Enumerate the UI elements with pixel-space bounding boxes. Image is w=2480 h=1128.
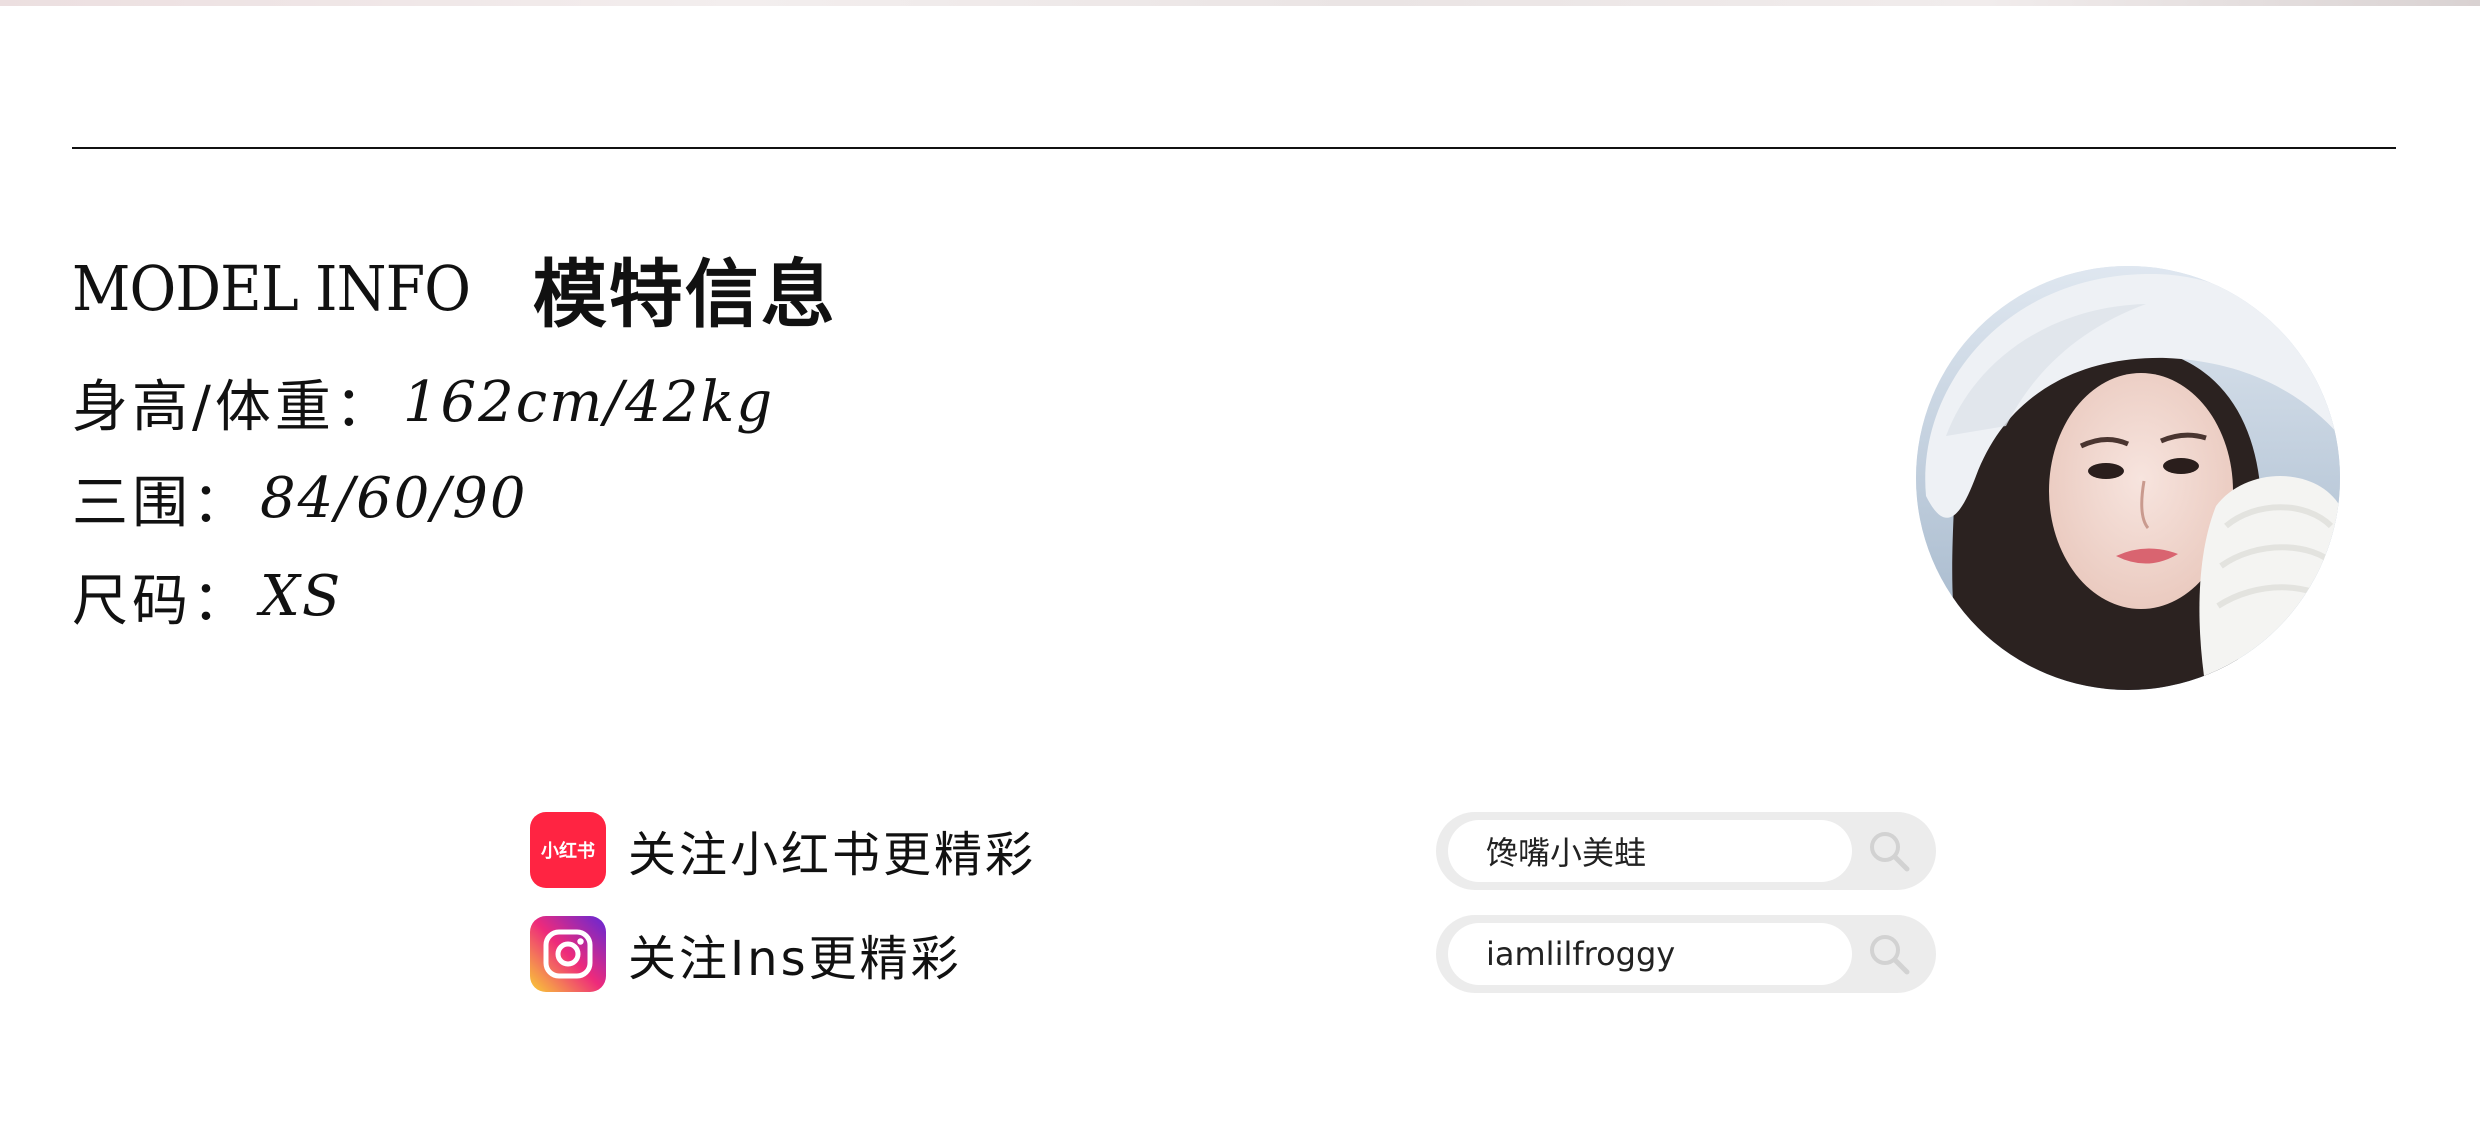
info-value: XS <box>260 563 343 629</box>
divider-line <box>72 147 2396 149</box>
instagram-icon[interactable] <box>530 916 606 992</box>
instagram-handle: iamlilfroggy <box>1486 935 1676 973</box>
search-icon[interactable] <box>1866 828 1912 874</box>
xiaohongshu-follow-text: 关注小红书更精彩 <box>628 827 1037 883</box>
info-value: 162cm/42kg <box>402 369 775 435</box>
heading-english: MODEL INFO <box>72 251 471 325</box>
xiaohongshu-icon[interactable]: 小红书 <box>530 812 606 888</box>
instagram-search-field[interactable]: iamlilfroggy <box>1448 923 1852 985</box>
xiaohongshu-search-field[interactable]: 馋嘴小美蛙 <box>1448 820 1852 882</box>
info-size: 尺码： XS <box>72 556 342 636</box>
xiaohongshu-search-box[interactable]: 馋嘴小美蛙 <box>1436 812 1936 890</box>
info-measurements: 三围： 84/60/90 <box>72 458 528 538</box>
top-image-edge <box>0 0 2480 6</box>
info-value: 84/60/90 <box>260 465 528 531</box>
info-label: 身高/体重： <box>72 374 395 440</box>
info-label: 尺码： <box>72 568 252 634</box>
model-avatar <box>1916 266 2340 690</box>
instagram-glyph-icon <box>543 929 593 979</box>
search-icon[interactable] <box>1866 931 1912 977</box>
info-label: 三围： <box>72 470 252 536</box>
instagram-follow-text: 关注Ins更精彩 <box>628 931 962 987</box>
xiaohongshu-handle: 馋嘴小美蛙 <box>1486 834 1647 872</box>
section-heading: MODEL INFO 模特信息 <box>72 238 837 338</box>
xiaohongshu-follow-row[interactable]: 小红书 关注小红书更精彩 <box>530 810 1036 890</box>
xiaohongshu-icon-text: 小红书 <box>541 841 595 862</box>
instagram-search-box[interactable]: iamlilfroggy <box>1436 915 1936 993</box>
heading-chinese: 模特信息 <box>532 251 837 338</box>
model-photo-icon <box>1916 266 2340 690</box>
info-height-weight: 身高/体重： 162cm/42kg <box>72 362 774 442</box>
instagram-follow-row[interactable]: 关注Ins更精彩 <box>530 914 962 994</box>
